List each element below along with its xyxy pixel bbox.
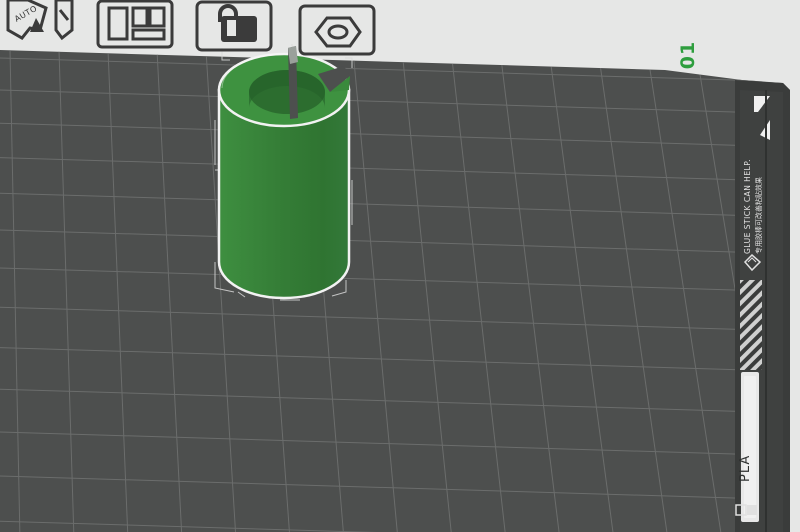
- plate-settings-button[interactable]: [298, 4, 376, 56]
- plate-hint-text: GLUE STICK CAN HELP.: [743, 159, 752, 254]
- plate-number: 01: [677, 40, 699, 70]
- 3d-viewport[interactable]: AUTO 01 GLUE STICK CAN HELP. 专用胶棒可改善粘贴效果…: [0, 0, 800, 532]
- build-plate-scene[interactable]: [0, 0, 800, 532]
- auto-orient-icon: [6, 0, 48, 40]
- lock-button[interactable]: [195, 0, 273, 52]
- arrange-button[interactable]: [96, 0, 174, 49]
- c-clip-model[interactable]: [217, 46, 351, 300]
- hex-nut-icon: [314, 16, 362, 48]
- toolbar: [6, 0, 376, 56]
- lock-icon: [218, 4, 257, 42]
- grid-line: [794, 50, 800, 532]
- arrange-icon: [107, 6, 166, 41]
- filament-type-label: PLA: [738, 454, 753, 482]
- build-plate[interactable]: [0, 50, 790, 532]
- plate-hint-text-cn: 专用胶棒可改善粘贴效果: [755, 177, 763, 254]
